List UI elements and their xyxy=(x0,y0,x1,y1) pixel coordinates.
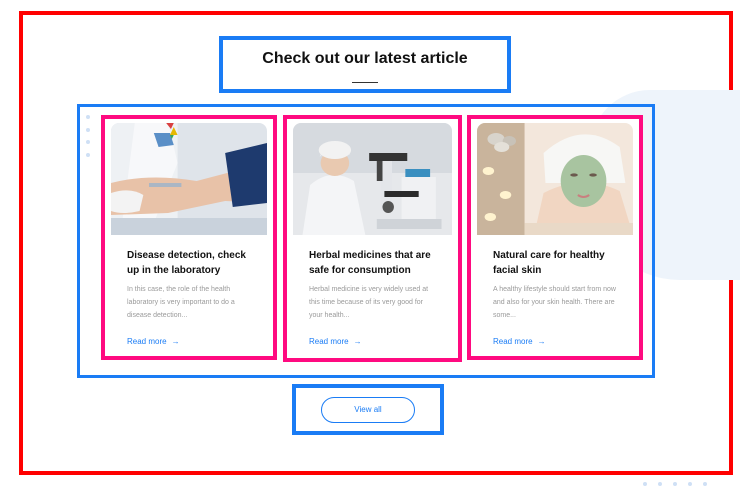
section-header: Check out our latest article xyxy=(219,36,511,93)
read-more-label[interactable]: Read more xyxy=(127,337,167,346)
decorative-dots-bottom xyxy=(643,482,707,486)
read-more-link[interactable]: Read more → xyxy=(127,337,180,346)
article-title[interactable]: Herbal medicines that are safe for consu… xyxy=(309,248,439,278)
article-title[interactable]: Natural care for healthy facial skin xyxy=(493,248,623,278)
arrow-right-icon: → xyxy=(537,337,546,346)
article-image[interactable] xyxy=(477,123,633,235)
article-excerpt: In this case, the role of the health lab… xyxy=(127,286,235,319)
decorative-dots xyxy=(86,115,94,157)
read-more-link[interactable]: Read more → xyxy=(309,337,362,346)
arrow-right-icon: → xyxy=(353,337,362,346)
title-underline xyxy=(352,82,378,83)
read-more-link[interactable]: Read more → xyxy=(493,337,546,346)
article-image[interactable] xyxy=(111,123,267,235)
section-title: Check out our latest article xyxy=(262,50,468,67)
article-title[interactable]: Disease detection, check up in the labor… xyxy=(127,248,257,278)
article-card[interactable]: Herbal medicines that are safe for consu… xyxy=(283,115,462,362)
article-card[interactable]: Natural care for healthy facial skin A h… xyxy=(467,115,643,360)
article-excerpt: Herbal medicine is very widely used at t… xyxy=(309,286,429,319)
read-more-label[interactable]: Read more xyxy=(493,337,533,346)
article-excerpt: A healthy lifestyle should start from no… xyxy=(493,286,616,319)
article-image[interactable] xyxy=(293,123,452,235)
view-all-container: View all xyxy=(292,384,444,435)
arrow-right-icon: → xyxy=(171,337,180,346)
article-card[interactable]: Disease detection, check up in the labor… xyxy=(101,115,277,360)
read-more-label[interactable]: Read more xyxy=(309,337,349,346)
view-all-button[interactable]: View all xyxy=(321,396,415,423)
